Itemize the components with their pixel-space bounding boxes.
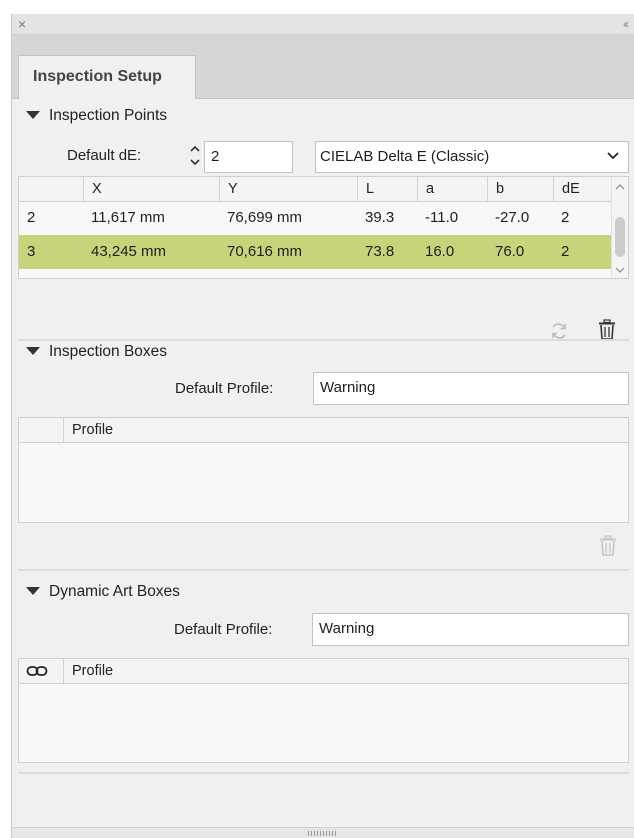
inspection-points-table: X Y L a b dE 2 11,617 mm 76,699 mm 39.3 … xyxy=(18,176,629,279)
scrollbar-thumb[interactable] xyxy=(615,217,625,257)
default-profile-input[interactable]: Warning xyxy=(312,613,629,646)
chevron-down-icon xyxy=(607,152,619,160)
default-profile-label: Default Profile: xyxy=(175,380,274,397)
column-header-b[interactable]: b xyxy=(487,177,553,201)
stepper-down-icon[interactable] xyxy=(190,157,200,167)
grip-icon[interactable] xyxy=(308,831,338,836)
cell-y: 76,699 mm xyxy=(227,209,303,226)
scroll-up-icon[interactable] xyxy=(615,183,625,191)
cell-b: -27.0 xyxy=(495,209,530,226)
tab-bar: Inspection Setup xyxy=(12,35,634,99)
default-profile-label: Default Profile: xyxy=(174,621,273,638)
delta-e-method-select[interactable]: CIELAB Delta E (Classic) xyxy=(315,141,629,173)
scroll-down-icon[interactable] xyxy=(615,266,625,274)
stepper-up-icon[interactable] xyxy=(190,144,200,154)
disclosure-triangle-icon xyxy=(26,110,40,119)
panel-titlebar: × ‹‹ xyxy=(12,14,634,35)
cell-x: 11,617 mm xyxy=(91,209,165,226)
column-header-de[interactable]: dE xyxy=(553,177,614,201)
delta-e-method-value: CIELAB Delta E (Classic) xyxy=(320,148,490,165)
close-icon[interactable]: × xyxy=(18,14,26,34)
tab-inspection-setup[interactable]: Inspection Setup xyxy=(18,55,196,99)
column-header-index[interactable] xyxy=(19,177,83,201)
column-header-profile[interactable]: Profile xyxy=(63,418,628,442)
section-divider xyxy=(18,569,629,571)
column-header-l[interactable]: L xyxy=(357,177,417,201)
inspection-setup-panel: × ‹‹ Inspection Setup Inspection Points … xyxy=(11,14,634,838)
dynamic-art-boxes-table: Profile xyxy=(18,658,629,763)
cell-y: 70,616 mm xyxy=(227,243,303,260)
section-header-dynamic-art-boxes[interactable]: Dynamic Art Boxes xyxy=(26,581,180,603)
column-header-blank[interactable] xyxy=(19,418,63,442)
collapse-panel-icon[interactable]: ‹‹ xyxy=(623,14,629,34)
trash-icon[interactable] xyxy=(596,319,618,341)
section-title: Dynamic Art Boxes xyxy=(49,583,180,600)
cell-b: 76.0 xyxy=(495,243,525,260)
cell-de: 2 xyxy=(561,209,570,226)
cell-a: 16.0 xyxy=(425,243,455,260)
cell-a: -11.0 xyxy=(425,209,459,226)
inspection-boxes-table: Profile xyxy=(18,417,629,523)
section-header-inspection-points[interactable]: Inspection Points xyxy=(26,105,167,127)
table-header: Profile xyxy=(19,659,628,684)
section-title: Inspection Boxes xyxy=(49,343,168,360)
trash-icon[interactable] xyxy=(597,535,619,557)
table-header: Profile xyxy=(19,418,628,443)
cell-x: 43,245 mm xyxy=(91,243,167,260)
cell-de: 2 xyxy=(561,243,570,260)
cell-index: 2 xyxy=(27,209,36,226)
section-header-inspection-boxes[interactable]: Inspection Boxes xyxy=(26,341,167,363)
link-icon xyxy=(26,666,48,676)
table-header: X Y L a b dE xyxy=(19,177,612,202)
panel-resize-grip[interactable] xyxy=(12,827,634,838)
column-header-profile[interactable]: Profile xyxy=(63,659,628,683)
cell-l: 39.3 xyxy=(365,209,395,226)
column-header-y[interactable]: Y xyxy=(219,177,357,201)
disclosure-triangle-icon xyxy=(26,346,40,355)
default-profile-input[interactable]: Warning xyxy=(313,372,629,405)
column-header-a[interactable]: a xyxy=(417,177,487,201)
column-header-x[interactable]: X xyxy=(83,177,219,201)
section-title: Inspection Points xyxy=(49,107,168,124)
column-header-link[interactable] xyxy=(19,659,63,683)
disclosure-triangle-icon xyxy=(26,586,40,595)
table-row[interactable]: 2 11,617 mm 76,699 mm 39.3 -11.0 -27.0 2 xyxy=(19,201,612,235)
section-divider xyxy=(18,772,629,774)
default-de-input[interactable]: 2 xyxy=(204,141,293,173)
cell-l: 73.8 xyxy=(365,243,395,260)
cell-index: 3 xyxy=(27,243,36,260)
table-scrollbar[interactable] xyxy=(611,177,628,278)
table-row-selected[interactable]: 3 43,245 mm 70,616 mm 73.8 16.0 76.0 2 xyxy=(19,235,612,269)
default-de-label: Default dE: xyxy=(67,147,142,164)
